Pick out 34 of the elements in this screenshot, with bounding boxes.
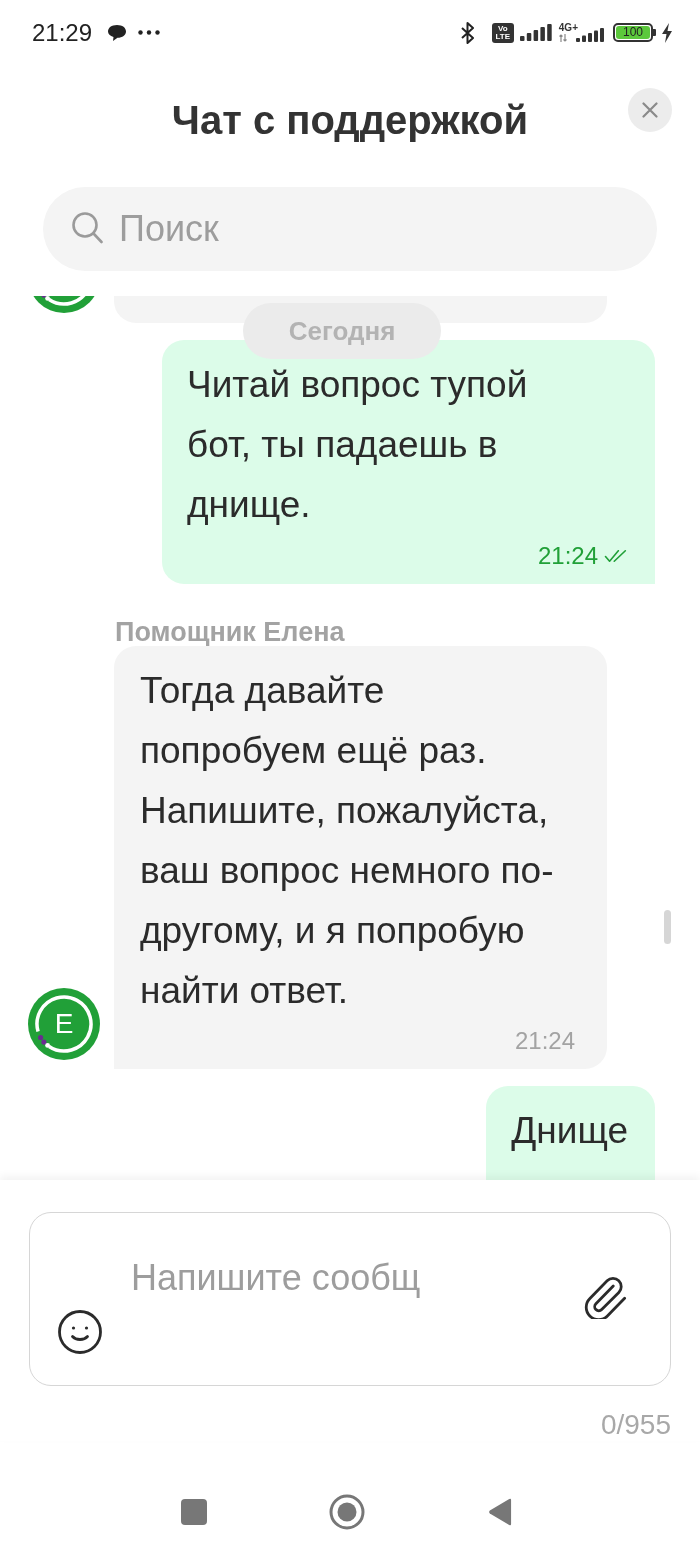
avatar-initial: Е [54,1009,74,1039]
attach-button[interactable] [583,1277,627,1319]
message-text: Тогда давайте попробуем ещё раз. Напишите, пожалуйста, ваш вопрос немного по- другому, и я попробую найти ответ. [140,670,554,1011]
message-time: 21:24 [514,1026,575,1056]
message-time: 21:24 [537,541,598,571]
more-icon [138,30,161,35]
data-arrows-icon [558,34,567,42]
smile-icon [58,1310,102,1354]
signal-icon [576,28,604,42]
bluetooth-icon [460,21,474,44]
page-title: Чат с поддержкой [170,97,530,144]
square-icon [181,1498,207,1525]
scrollbar-thumb[interactable] [664,910,671,944]
message-field[interactable]: Напишите сообщ [29,1212,671,1386]
battery-indicator: 100 [613,23,656,42]
close-icon [642,102,658,118]
circle-dot-icon [329,1493,365,1530]
triangle-icon [488,1497,512,1526]
message-text: Днище [511,1110,628,1151]
avatar-icon [28,988,100,1060]
network-type-label: 4G+ [558,23,578,33]
volte-badge: Vo LTE [491,22,514,43]
date-chip: Сегодня [243,303,441,359]
emoji-button[interactable] [58,1310,102,1354]
search-field[interactable]: Поиск [43,187,657,271]
status-time: 21:29 [32,18,93,47]
chat-bubble-icon [107,23,128,42]
sender-name: Помощник Елена [115,618,345,646]
paperclip-icon [583,1277,627,1319]
signal-icon [519,24,552,41]
message-text: Читай вопрос тупой бот, ты падаешь в днище. [187,364,528,525]
search-icon [72,212,103,244]
close-button[interactable] [628,88,672,132]
character-counter: 0/955 [600,1409,671,1441]
